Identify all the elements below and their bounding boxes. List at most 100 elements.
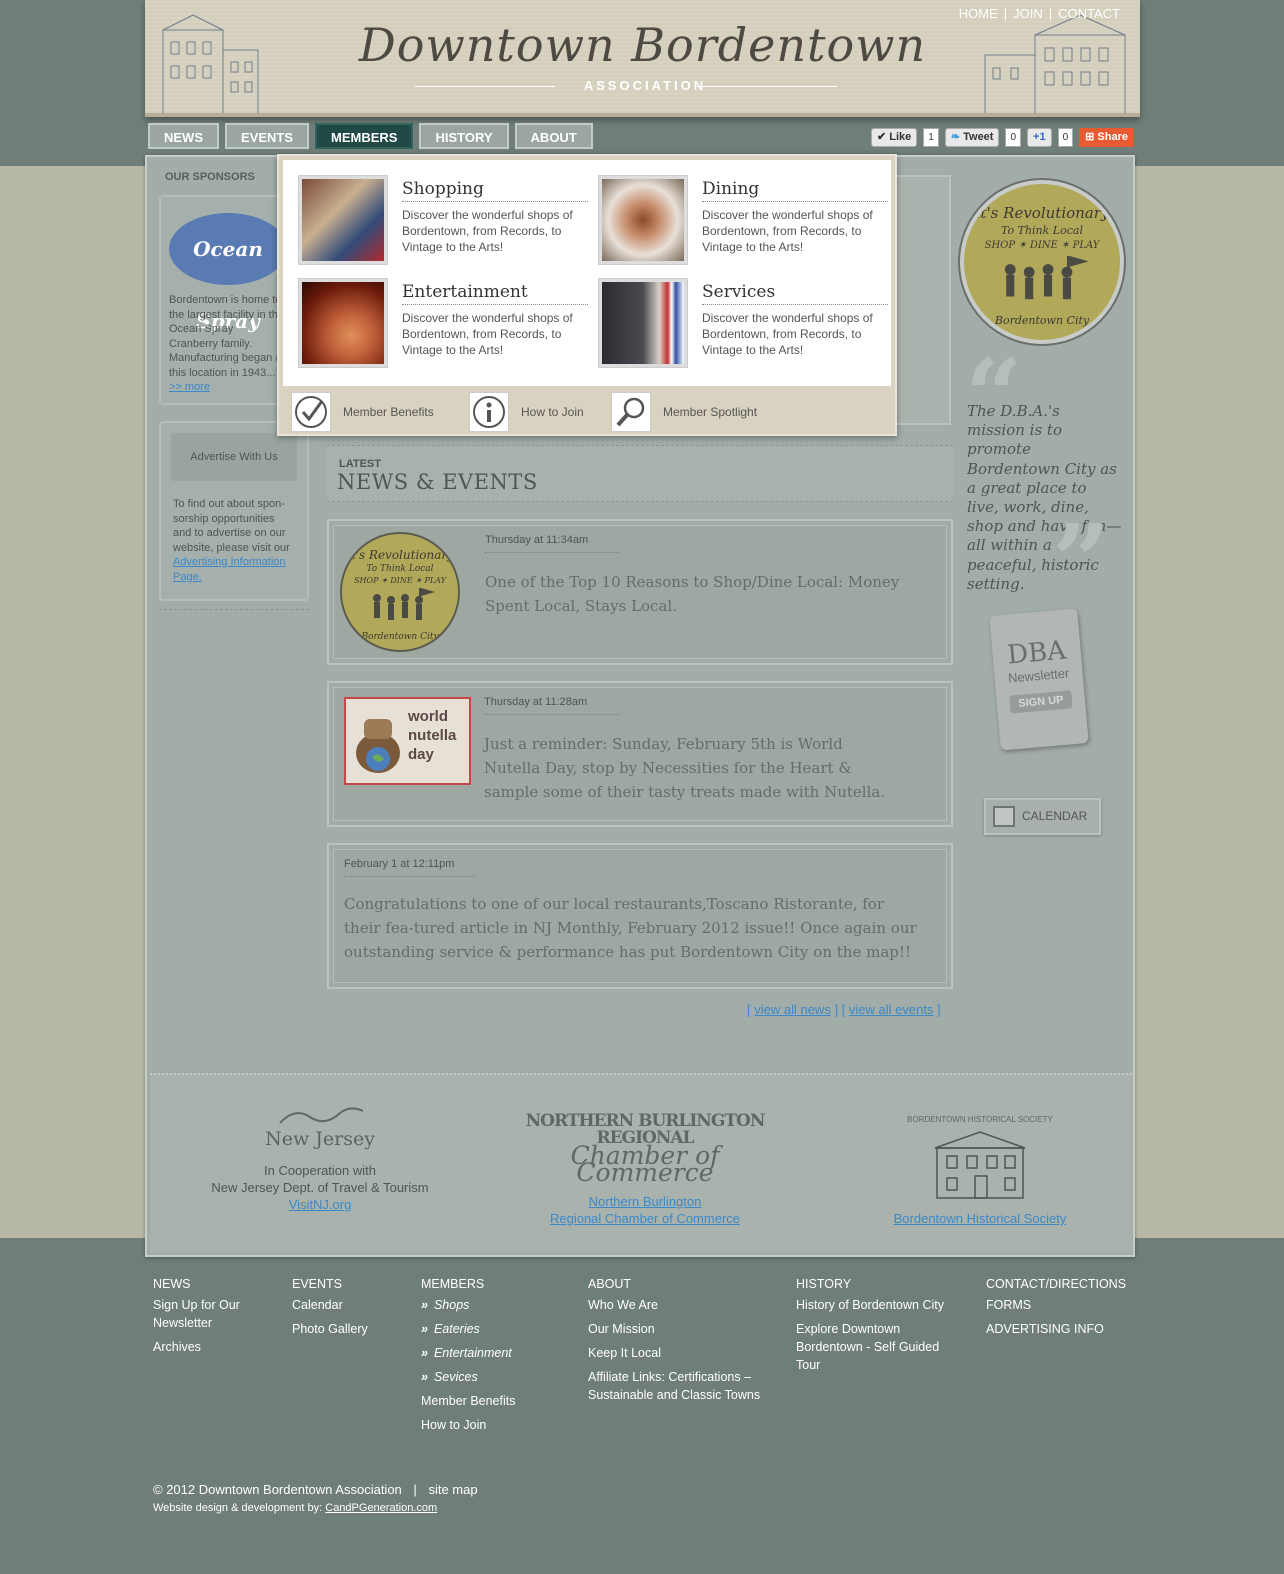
advertise-button[interactable]: Advertise With Us: [171, 433, 297, 481]
footer-link-label: Sevices: [433, 1370, 478, 1384]
footer-col-events: EVENTS Calendar Photo Gallery: [292, 1272, 402, 1344]
badge-text-sub: SHOP ✶ DINE ✶ PLAY: [354, 576, 446, 585]
calendar-icon: [993, 806, 1015, 827]
footer-link[interactable]: » Sevices: [421, 1368, 571, 1386]
badge-text-sub: SHOP ✶ DINE ✶ PLAY: [984, 240, 1100, 251]
tweet-button[interactable]: ❧ Tweet: [944, 128, 1000, 147]
main-nav: NEWS EVENTS MEMBERS HISTORY ABOUT: [148, 123, 593, 149]
footer-link[interactable]: Photo Gallery: [292, 1320, 402, 1338]
revolutionary-badge: It's Revolutionary To Think Local SHOP ✶…: [960, 180, 1124, 344]
news-text[interactable]: Just a reminder: Sunday, February 5th is…: [484, 732, 894, 804]
dropdown-item-services[interactable]: Services Discover the wonderful shops of…: [591, 271, 888, 367]
plusone-button[interactable]: +1: [1027, 128, 1052, 147]
sponsor-more-link[interactable]: >> more: [169, 381, 210, 393]
partner-chamber: NORTHERN BURLINGTON REGIONAL Chamber of …: [510, 1113, 780, 1227]
dropdown-item-dining[interactable]: Dining Discover the wonderful shops of B…: [591, 168, 888, 264]
footer-link[interactable]: Member Benefits: [421, 1392, 571, 1410]
tab-events[interactable]: EVENTS: [225, 123, 310, 149]
services-thumbnail: [599, 279, 687, 367]
tab-news[interactable]: NEWS: [148, 123, 219, 149]
footer-link[interactable]: » Eateries: [421, 1320, 571, 1338]
news-text[interactable]: Congratulations to one of our local rest…: [344, 892, 924, 964]
dropdown-item-title: Dining: [702, 179, 888, 202]
dropdown-item-shopping[interactable]: Shopping Discover the wonderful shops of…: [291, 168, 588, 264]
footer-heading[interactable]: ABOUT: [588, 1272, 778, 1296]
separator: |: [413, 1482, 417, 1497]
news-item: world nutella day Thursday at 11:28am Ju…: [327, 681, 953, 827]
dropdown-item-desc: Discover the wonderful shops of Bordento…: [402, 208, 573, 254]
share-button[interactable]: ⊞ Share: [1079, 128, 1134, 147]
revolutionary-badge-large[interactable]: It's Revolutionary To Think Local SHOP ✶…: [960, 180, 1124, 344]
chamber-link-line2[interactable]: Regional Chamber of Commerce: [510, 1210, 780, 1227]
like-count: 1: [923, 128, 939, 147]
footer-heading[interactable]: MEMBERS: [421, 1272, 571, 1296]
footer-col-members: MEMBERS » Shops » Eateries » Entertainment …: [421, 1272, 571, 1440]
nutella-day-image[interactable]: world nutella day: [344, 697, 471, 785]
nutella-day-text: world nutella day: [408, 708, 457, 763]
share-label: Share: [1097, 131, 1128, 143]
chamber-link-line1[interactable]: Northern Burlington: [510, 1193, 780, 1210]
footer-heading[interactable]: EVENTS: [292, 1272, 402, 1296]
double-chevron-icon: »: [421, 1298, 428, 1312]
footer-col-contact: CONTACT/DIRECTIONS FORMS ADVERTISING INF…: [986, 1272, 1136, 1344]
dropdown-item-entertainment[interactable]: Entertainment Discover the wonderful sho…: [291, 271, 588, 367]
advertising-info-link[interactable]: Advertising Information Page.: [173, 556, 286, 583]
visitnj-link[interactable]: VisitNJ.org: [190, 1196, 450, 1213]
news-title: NEWS & EVENTS: [337, 470, 538, 494]
double-chevron-icon: »: [421, 1370, 428, 1384]
calendar-button[interactable]: CALENDAR: [984, 798, 1101, 835]
credits-line: Website design & development by: CandPGe…: [153, 1502, 437, 1514]
facebook-like-button[interactable]: ✔ Like: [870, 128, 918, 147]
footer-link[interactable]: Calendar: [292, 1296, 402, 1314]
footer-heading[interactable]: CONTACT/DIRECTIONS: [986, 1272, 1136, 1296]
badge-text-mid: To Think Local: [366, 564, 434, 574]
top-link-join[interactable]: JOIN: [1013, 6, 1043, 21]
footer-link[interactable]: History of Bordentown City: [796, 1296, 966, 1314]
newsletter-signup[interactable]: DBA Newsletter SIGN UP: [989, 608, 1089, 751]
site-title[interactable]: Downtown Bordentown: [145, 18, 1140, 72]
historical-society-link[interactable]: Bordentown Historical Society: [870, 1210, 1090, 1227]
footer-link[interactable]: Keep It Local: [588, 1344, 778, 1362]
footer-link[interactable]: Archives: [153, 1338, 273, 1356]
how-to-join-link: How to Join: [521, 405, 584, 419]
news-text[interactable]: One of the Top 10 Reasons to Shop/Dine L…: [485, 570, 905, 618]
historical-house-icon: [934, 1131, 1026, 1199]
view-all-events-link[interactable]: view all events: [849, 1002, 934, 1017]
checkmark-circle-icon: [291, 392, 331, 432]
footer-link[interactable]: Our Mission: [588, 1320, 778, 1338]
news-heading-bar: LATEST NEWS & EVENTS: [327, 445, 953, 502]
footer-link[interactable]: How to Join: [421, 1416, 571, 1434]
dropdown-footer-item[interactable]: Member Benefits: [291, 392, 434, 432]
tweet-count: 0: [1005, 128, 1022, 147]
footer-link[interactable]: Sign Up for Our Newsletter: [153, 1296, 273, 1332]
top-link-home[interactable]: HOME: [959, 6, 998, 21]
new-jersey-logo-text: New Jersey: [265, 1128, 375, 1150]
tab-members[interactable]: MEMBERS: [315, 123, 414, 149]
footer-link[interactable]: ADVERTISING INFO: [986, 1320, 1136, 1338]
ocean-spray-logo[interactable]: Ocean Spray: [169, 213, 287, 333]
footer-link[interactable]: FORMS: [986, 1296, 1136, 1314]
tab-history[interactable]: HISTORY: [419, 123, 509, 149]
footer-heading[interactable]: HISTORY: [796, 1272, 966, 1296]
dropdown-footer-item[interactable]: Member Spotlight: [611, 392, 757, 432]
footer-link[interactable]: » Shops: [421, 1296, 571, 1314]
view-all-news-link[interactable]: view all news: [754, 1002, 831, 1017]
news-item: It's Revolutionary To Think Local SHOP ✶…: [327, 519, 953, 665]
shopping-thumbnail: [299, 176, 387, 264]
news-item-inner: February 1 at 12:11pm Congratulations to…: [333, 849, 947, 983]
footer-link[interactable]: Who We Are: [588, 1296, 778, 1314]
dropdown-footer-item[interactable]: How to Join: [469, 392, 584, 432]
chamber-logo-bottom: Chamber of Commerce: [570, 1141, 720, 1187]
credits-link[interactable]: CandPGeneration.com: [325, 1502, 437, 1514]
footer-link[interactable]: » Entertainment: [421, 1344, 571, 1362]
footer-link[interactable]: Explore Downtown Bordentown - Self Guide…: [796, 1320, 966, 1374]
sitemap-link[interactable]: site map: [428, 1482, 477, 1497]
tab-about[interactable]: ABOUT: [514, 123, 593, 149]
footer-link[interactable]: Affiliate Links: Certifications – Sustai…: [588, 1368, 778, 1404]
bracket: ]: [933, 1002, 941, 1017]
newsletter-signup-button[interactable]: SIGN UP: [1009, 690, 1073, 714]
footer-heading[interactable]: NEWS: [153, 1272, 273, 1296]
member-benefits-link: Member Benefits: [343, 405, 434, 419]
top-link-contact[interactable]: CONTACT: [1058, 6, 1120, 21]
news-latest-label: LATEST: [339, 458, 381, 470]
